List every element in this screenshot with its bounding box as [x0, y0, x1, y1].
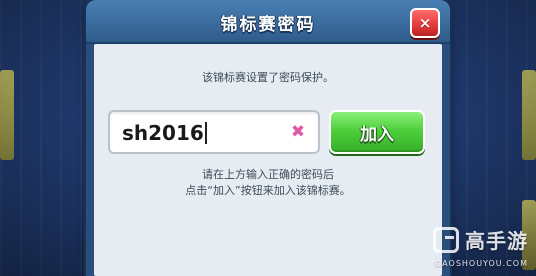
instruction-text: 请在上方输入正确的密码后 点击“加入”按钮来加入该锦标赛。 [94, 167, 442, 199]
dialog-body: 该锦标赛设置了密码保护。 sh2016 ✖ 加入 请在上方输入正确的密码后 点击… [94, 44, 442, 276]
watermark: 高手游 [433, 225, 528, 254]
join-button-label: 加入 [360, 124, 394, 145]
tournament-password-dialog: 锦标赛密码 × 该锦标赛设置了密码保护。 sh2016 ✖ 加入 请在上方输入正… [86, 0, 450, 276]
clear-input-button[interactable]: ✖ [290, 121, 306, 142]
dialog-title: 锦标赛密码 [220, 15, 316, 35]
clear-icon: ✖ [290, 121, 306, 142]
password-input-value: sh2016 [122, 121, 207, 145]
watermark-domain: GAOSHOUYOU.COM [434, 259, 528, 268]
watermark-brand: 高手游 [465, 229, 528, 253]
dialog-header: 锦标赛密码 × [86, 0, 450, 44]
join-button[interactable]: 加入 [329, 110, 425, 154]
close-icon: × [418, 13, 432, 32]
instruction-line-2: 点击“加入”按钮来加入该锦标赛。 [185, 184, 351, 197]
close-button[interactable]: × [410, 8, 440, 38]
text-caret [204, 122, 207, 144]
gaoshouyou-logo-icon [433, 226, 459, 253]
password-protected-message: 该锦标赛设置了密码保护。 [202, 71, 334, 84]
instruction-line-1: 请在上方输入正确的密码后 [202, 168, 334, 181]
password-input[interactable]: sh2016 ✖ [108, 110, 320, 154]
